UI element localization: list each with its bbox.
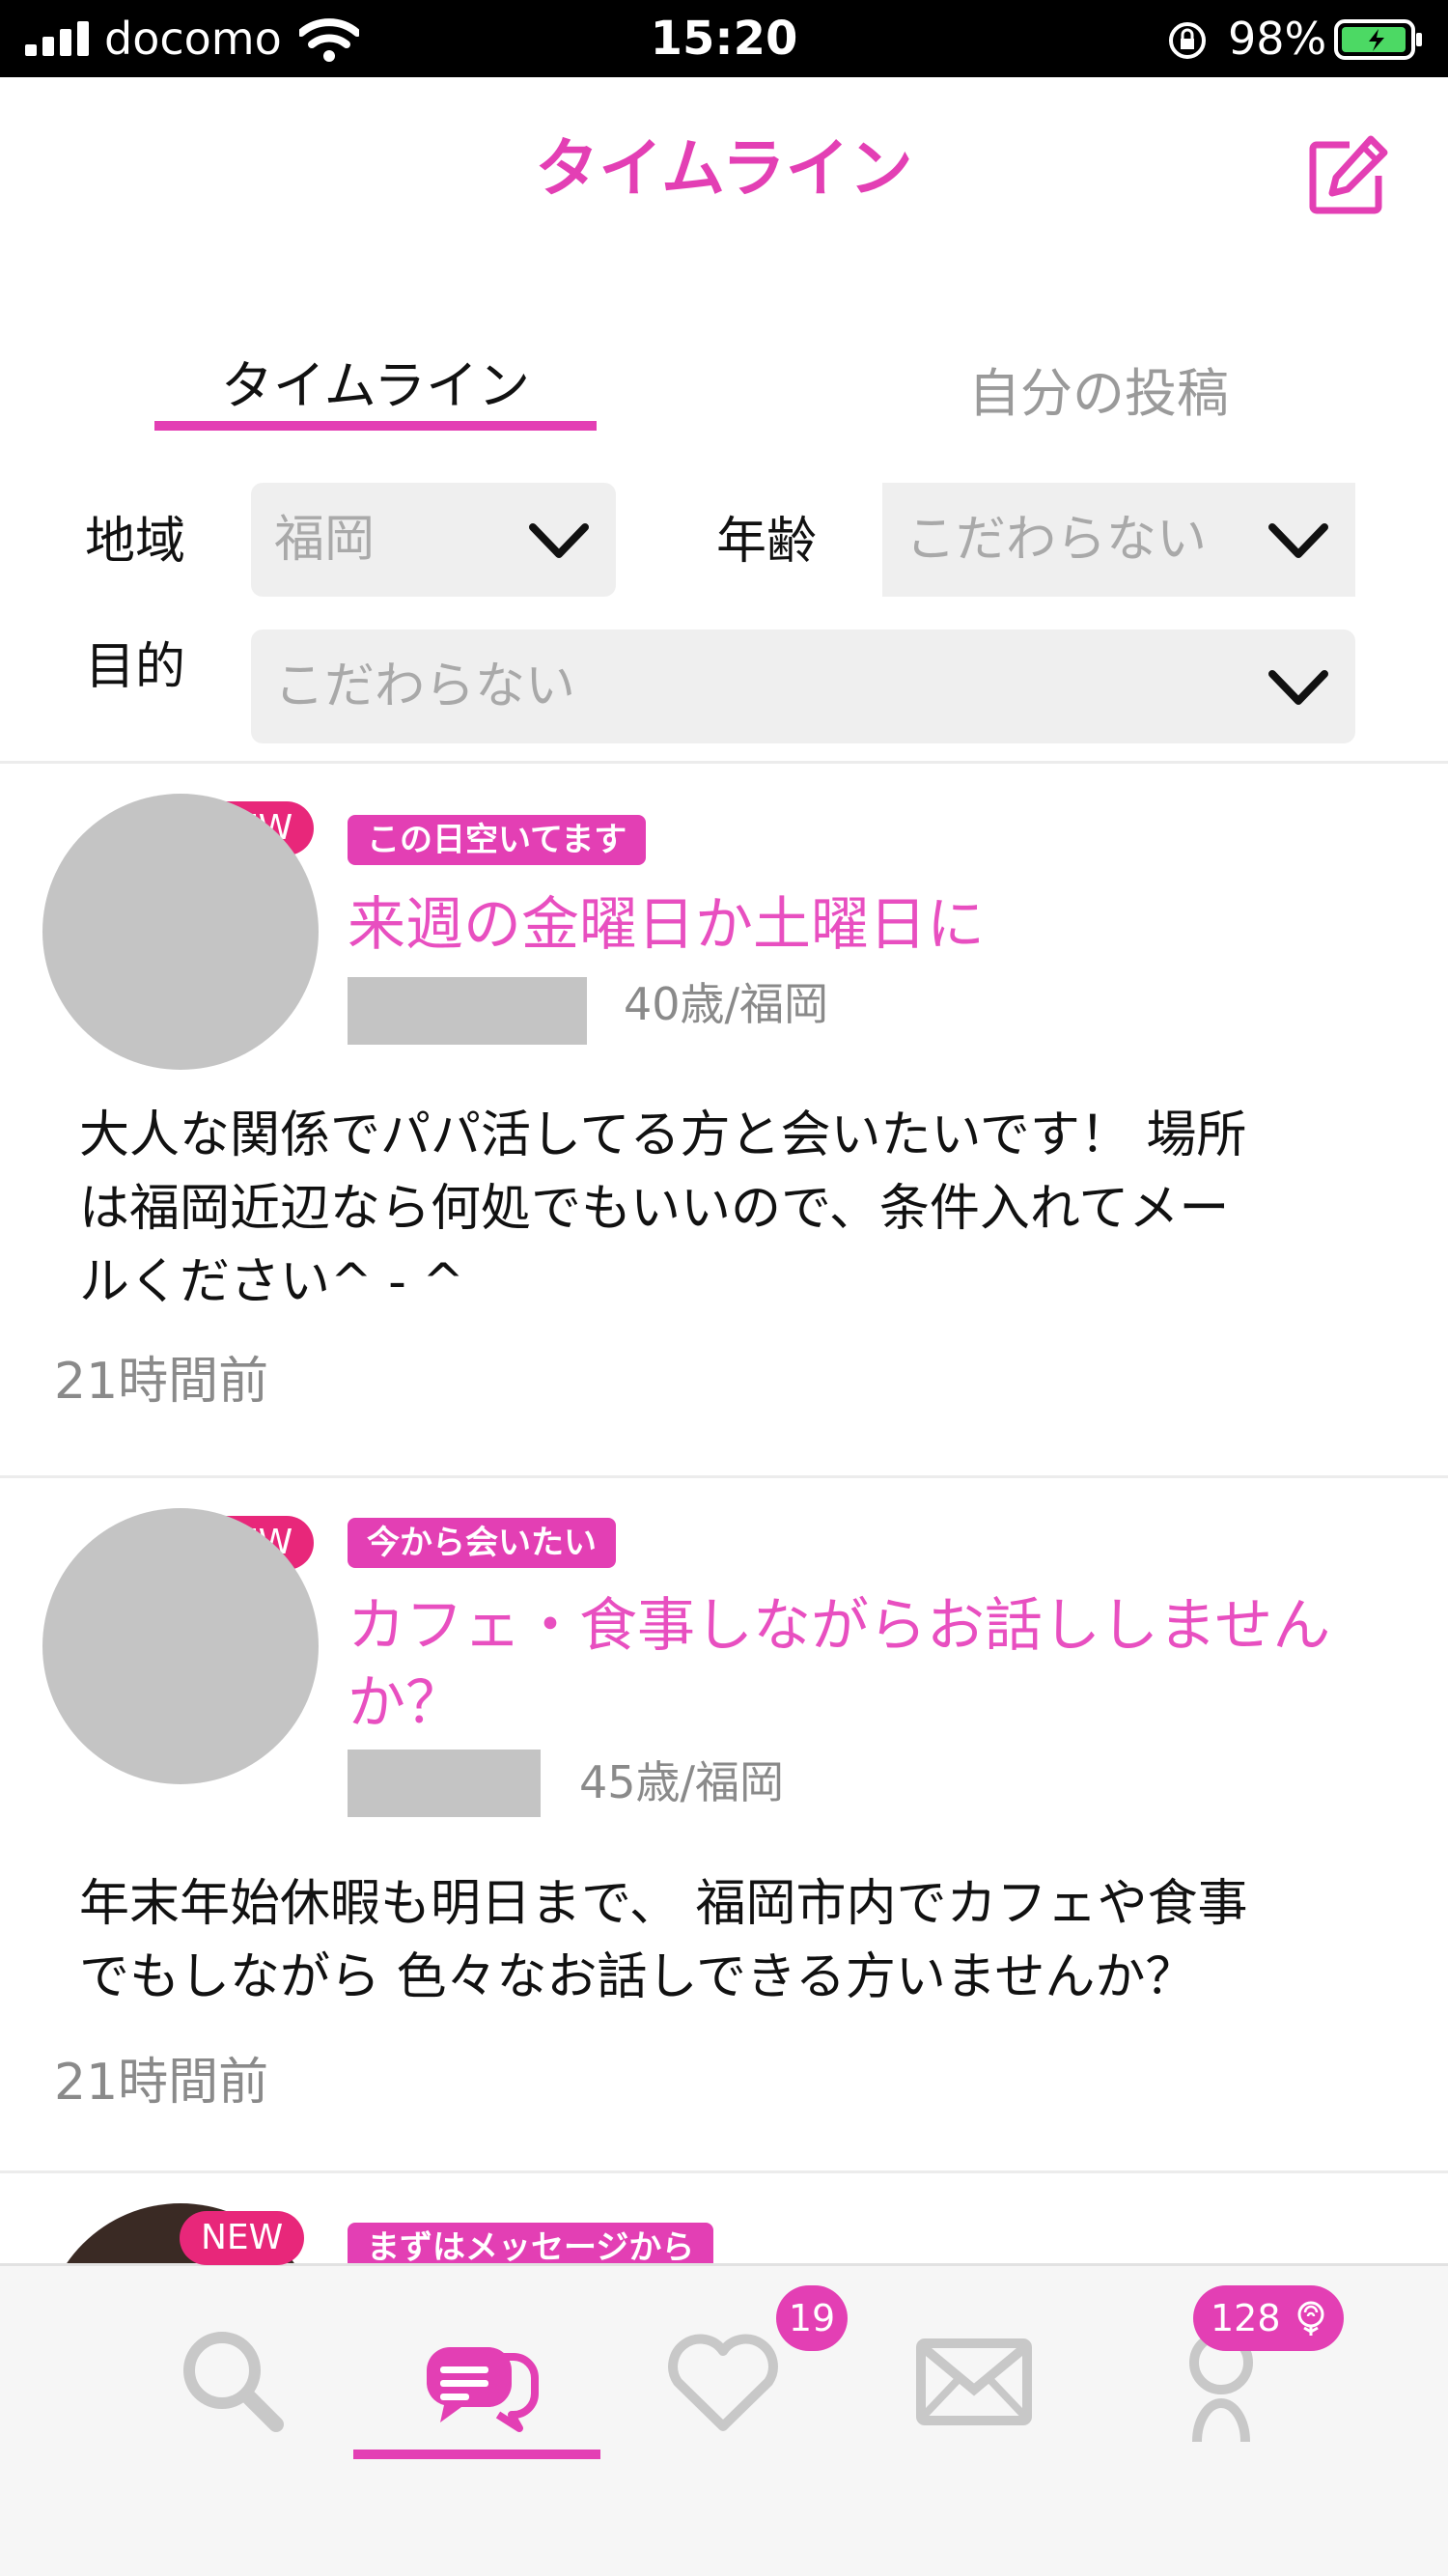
- chevron-down-icon: [529, 523, 589, 558]
- divider: [0, 2170, 1448, 2173]
- age-label: 年齢: [716, 513, 818, 571]
- likes-count-badge: 19: [776, 2285, 848, 2351]
- tab-timeline[interactable]: タイムライン: [154, 348, 597, 425]
- mail-icon[interactable]: [911, 2318, 1037, 2444]
- points-badge: 128: [1193, 2285, 1344, 2351]
- region-value: 福岡: [274, 511, 376, 569]
- status-bar: docomo 15:20 98%: [0, 0, 1448, 77]
- orientation-lock-icon: [1169, 22, 1206, 59]
- chevron-down-icon: [1268, 523, 1328, 558]
- points-count: 128: [1211, 2297, 1281, 2339]
- post-title: 来週の金曜日か土曜日に: [348, 891, 985, 959]
- avatar[interactable]: [42, 1508, 319, 1784]
- tab-my-posts[interactable]: 自分の投稿: [905, 355, 1292, 433]
- post-title: カフェ・食事しながらお話ししません か？: [348, 1592, 1331, 1737]
- post-time: 21時間前: [54, 1353, 269, 1411]
- post-tag: この日空いてます: [348, 815, 647, 865]
- post-body: 大人な関係でパパ活してる方と会いたいです！ 場所 は福岡近辺なら何処でもいいので…: [79, 1106, 1247, 1311]
- new-badge: NEW: [180, 2211, 305, 2265]
- purpose-value: こだわらない: [274, 658, 576, 715]
- compose-post-icon[interactable]: [1307, 133, 1390, 216]
- purpose-label: 目的: [85, 638, 186, 696]
- purpose-select[interactable]: こだわらない: [251, 630, 1355, 743]
- divider: [0, 761, 1448, 764]
- active-tab-indicator: [353, 2450, 600, 2459]
- avatar[interactable]: [42, 794, 319, 1070]
- region-label: 地域: [85, 513, 186, 571]
- post-body: 年末年始休暇も明日まで、 福岡市内でカフェや食事 でもしながら 色々なお話しでき…: [79, 1875, 1248, 2006]
- battery-icon: [1334, 19, 1422, 60]
- post-meta: 40歳/福岡: [624, 978, 829, 1030]
- page-title: タイムライン: [535, 131, 913, 206]
- age-value: こだわらない: [905, 511, 1208, 569]
- region-select[interactable]: 福岡: [251, 483, 616, 597]
- divider: [0, 1475, 1448, 1478]
- rose-icon: [1297, 2301, 1324, 2336]
- active-tab-indicator: [154, 421, 597, 431]
- username-redacted: [348, 1750, 541, 1817]
- chevron-down-icon: [1268, 670, 1328, 705]
- post-tag: 今から会いたい: [348, 1518, 616, 1568]
- bottom-tab-bar: 19 128: [0, 2263, 1448, 2576]
- heart-icon[interactable]: [660, 2318, 786, 2444]
- age-select[interactable]: こだわらない: [882, 483, 1355, 597]
- battery-percentage: 98%: [1228, 13, 1327, 65]
- search-icon[interactable]: [170, 2318, 295, 2444]
- post-meta: 45歳/福岡: [579, 1756, 785, 1808]
- username-redacted: [348, 977, 587, 1045]
- post-time: 21時間前: [54, 2054, 269, 2112]
- timeline-icon[interactable]: [415, 2318, 541, 2444]
